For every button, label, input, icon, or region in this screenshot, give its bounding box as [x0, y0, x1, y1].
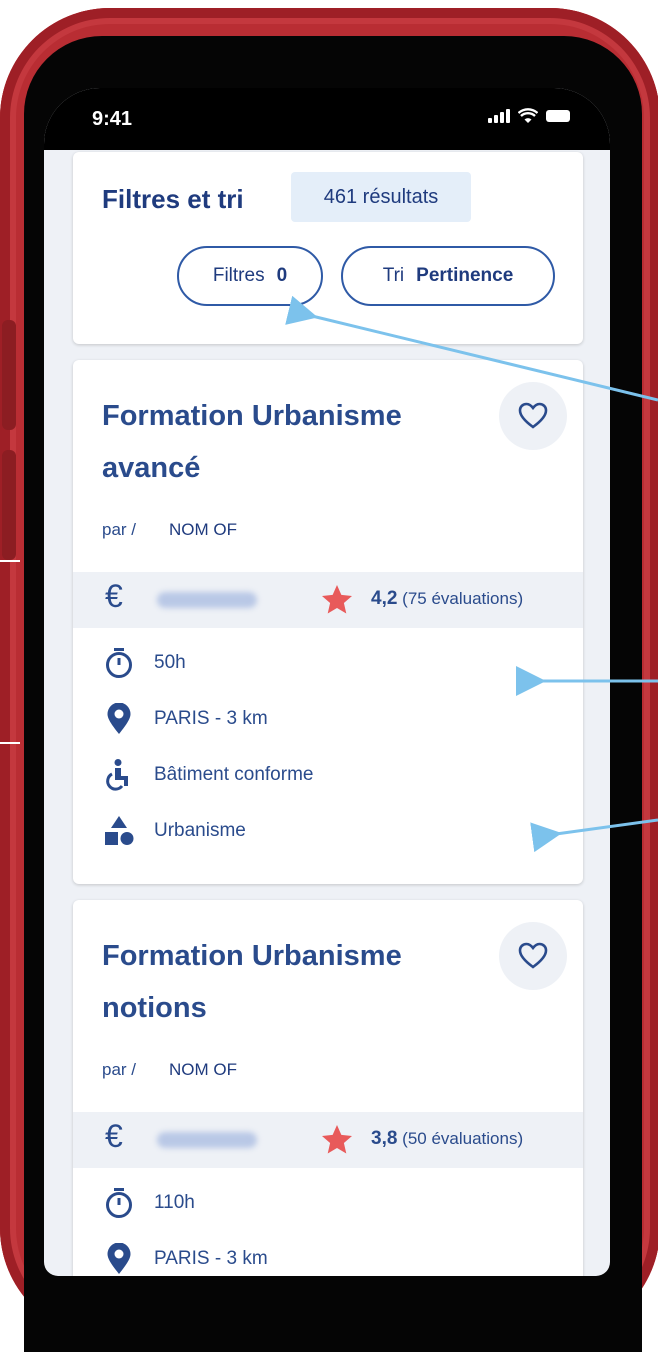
- annotation-arrow: [285, 295, 658, 402]
- annotation-arrows: [285, 295, 658, 853]
- annotation-arrow: [530, 818, 658, 853]
